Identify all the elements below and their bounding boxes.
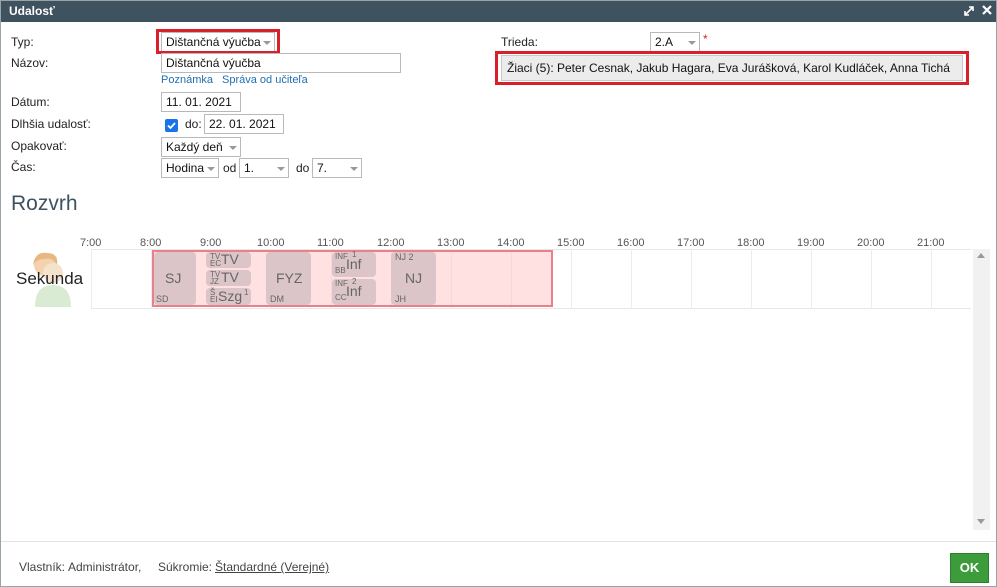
repeat-select[interactable]: Každý deň: [161, 137, 241, 157]
scroll-up-icon[interactable]: [977, 253, 985, 258]
hour-label: 13:00: [437, 237, 465, 249]
longer-event-label: Dlhšia udalosť:: [11, 117, 91, 131]
lesson-szg[interactable]: Š EI Szg 1: [206, 288, 251, 305]
owner-label: Vlastník:: [19, 560, 66, 574]
grid-line: [631, 249, 632, 309]
lesson-sj[interactable]: SJ SD: [154, 252, 196, 305]
students-highlight: [495, 51, 969, 85]
grid-line: [691, 249, 692, 309]
name-input[interactable]: Dištančná výučba: [161, 53, 401, 73]
privacy-label: Súkromie:: [158, 560, 213, 574]
schedule-row-label: Sekunda: [16, 269, 84, 288]
ok-button[interactable]: OK: [950, 553, 989, 583]
date-input[interactable]: 11. 01. 2021: [161, 92, 241, 112]
lesson-tv-2[interactable]: TV JZ TV: [206, 269, 251, 286]
from-hour-value: 1.: [244, 161, 255, 175]
class-select-value: 2.A: [655, 35, 674, 49]
end-date-input[interactable]: 22. 01. 2021: [204, 114, 284, 134]
hour-label: 9:00: [200, 237, 222, 249]
hour-label: 18:00: [737, 237, 765, 249]
dialog-titlebar: Udalosť: [1, 1, 996, 22]
time-unit-value: Hodina: [166, 161, 205, 175]
hour-label: 10:00: [257, 237, 285, 249]
until-label: do: [296, 161, 310, 175]
lesson-fyz[interactable]: FYZ DM: [266, 252, 311, 305]
to-label: do:: [185, 117, 202, 131]
class-select[interactable]: 2.A: [650, 32, 700, 52]
longer-event-checkbox[interactable]: [165, 119, 178, 132]
expand-icon[interactable]: [963, 3, 977, 19]
note-link[interactable]: Poznámka: [161, 74, 213, 86]
required-mark: *: [703, 32, 708, 46]
privacy-link[interactable]: Štandardné (Verejné): [215, 560, 329, 574]
lesson-nj[interactable]: NJ 2 NJ JH: [391, 252, 436, 305]
hour-label: 15:00: [557, 237, 585, 249]
chevron-down-icon: [207, 167, 215, 171]
hour-label: 19:00: [797, 237, 825, 249]
hour-label: 12:00: [377, 237, 405, 249]
time-unit-select[interactable]: Hodina: [161, 158, 219, 178]
grid-line: [931, 249, 932, 309]
hour-label: 20:00: [857, 237, 885, 249]
chevron-down-icon: [688, 41, 696, 45]
until-hour-value: 7.: [317, 161, 328, 175]
type-label: Typ:: [11, 35, 34, 49]
chevron-down-icon: [350, 167, 358, 171]
grid-line: [871, 249, 872, 309]
lesson-tv-1[interactable]: TV EC TV: [206, 251, 251, 268]
type-highlight: [156, 29, 280, 54]
from-hour-select[interactable]: 1.: [239, 158, 289, 178]
owner-value: Administrátor,: [68, 560, 142, 574]
schedule-title: Rozvrh: [11, 192, 78, 215]
grid-line: [91, 249, 92, 309]
event-dialog: Udalosť Typ: Názov: Dátum: Dlhšia udalos…: [0, 0, 997, 587]
hour-label: 14:00: [497, 237, 525, 249]
schedule-scrollbar[interactable]: [973, 249, 990, 530]
hour-label: 11:00: [317, 237, 344, 249]
grid-line: [751, 249, 752, 309]
repeat-select-value: Každý deň: [166, 140, 223, 154]
time-label: Čas:: [11, 160, 36, 174]
until-hour-select[interactable]: 7.: [312, 158, 362, 178]
hour-label: 17:00: [677, 237, 705, 249]
teacher-message-link[interactable]: Správa od učiteľa: [222, 74, 308, 86]
repeat-label: Opakovať:: [11, 139, 67, 153]
hour-label: 21:00: [917, 237, 945, 249]
class-label: Trieda:: [501, 35, 538, 49]
from-label: od: [223, 161, 237, 175]
footer-divider: [1, 541, 996, 542]
date-label: Dátum:: [11, 95, 50, 109]
close-icon[interactable]: [981, 3, 995, 19]
name-label: Názov:: [11, 56, 49, 70]
grid-line: [811, 249, 812, 309]
lesson-inf-1[interactable]: INF BB Inf 1: [332, 250, 376, 277]
hour-label: 8:00: [140, 237, 162, 249]
chevron-down-icon: [277, 167, 285, 171]
lesson-inf-2[interactable]: INF CC Inf 2: [332, 277, 376, 305]
scroll-down-icon[interactable]: [977, 519, 985, 524]
grid-line: [571, 249, 572, 309]
chevron-down-icon: [229, 146, 237, 150]
hour-label: 7:00: [80, 237, 102, 249]
hour-label: 16:00: [617, 237, 645, 249]
dialog-title: Udalosť: [9, 4, 55, 18]
